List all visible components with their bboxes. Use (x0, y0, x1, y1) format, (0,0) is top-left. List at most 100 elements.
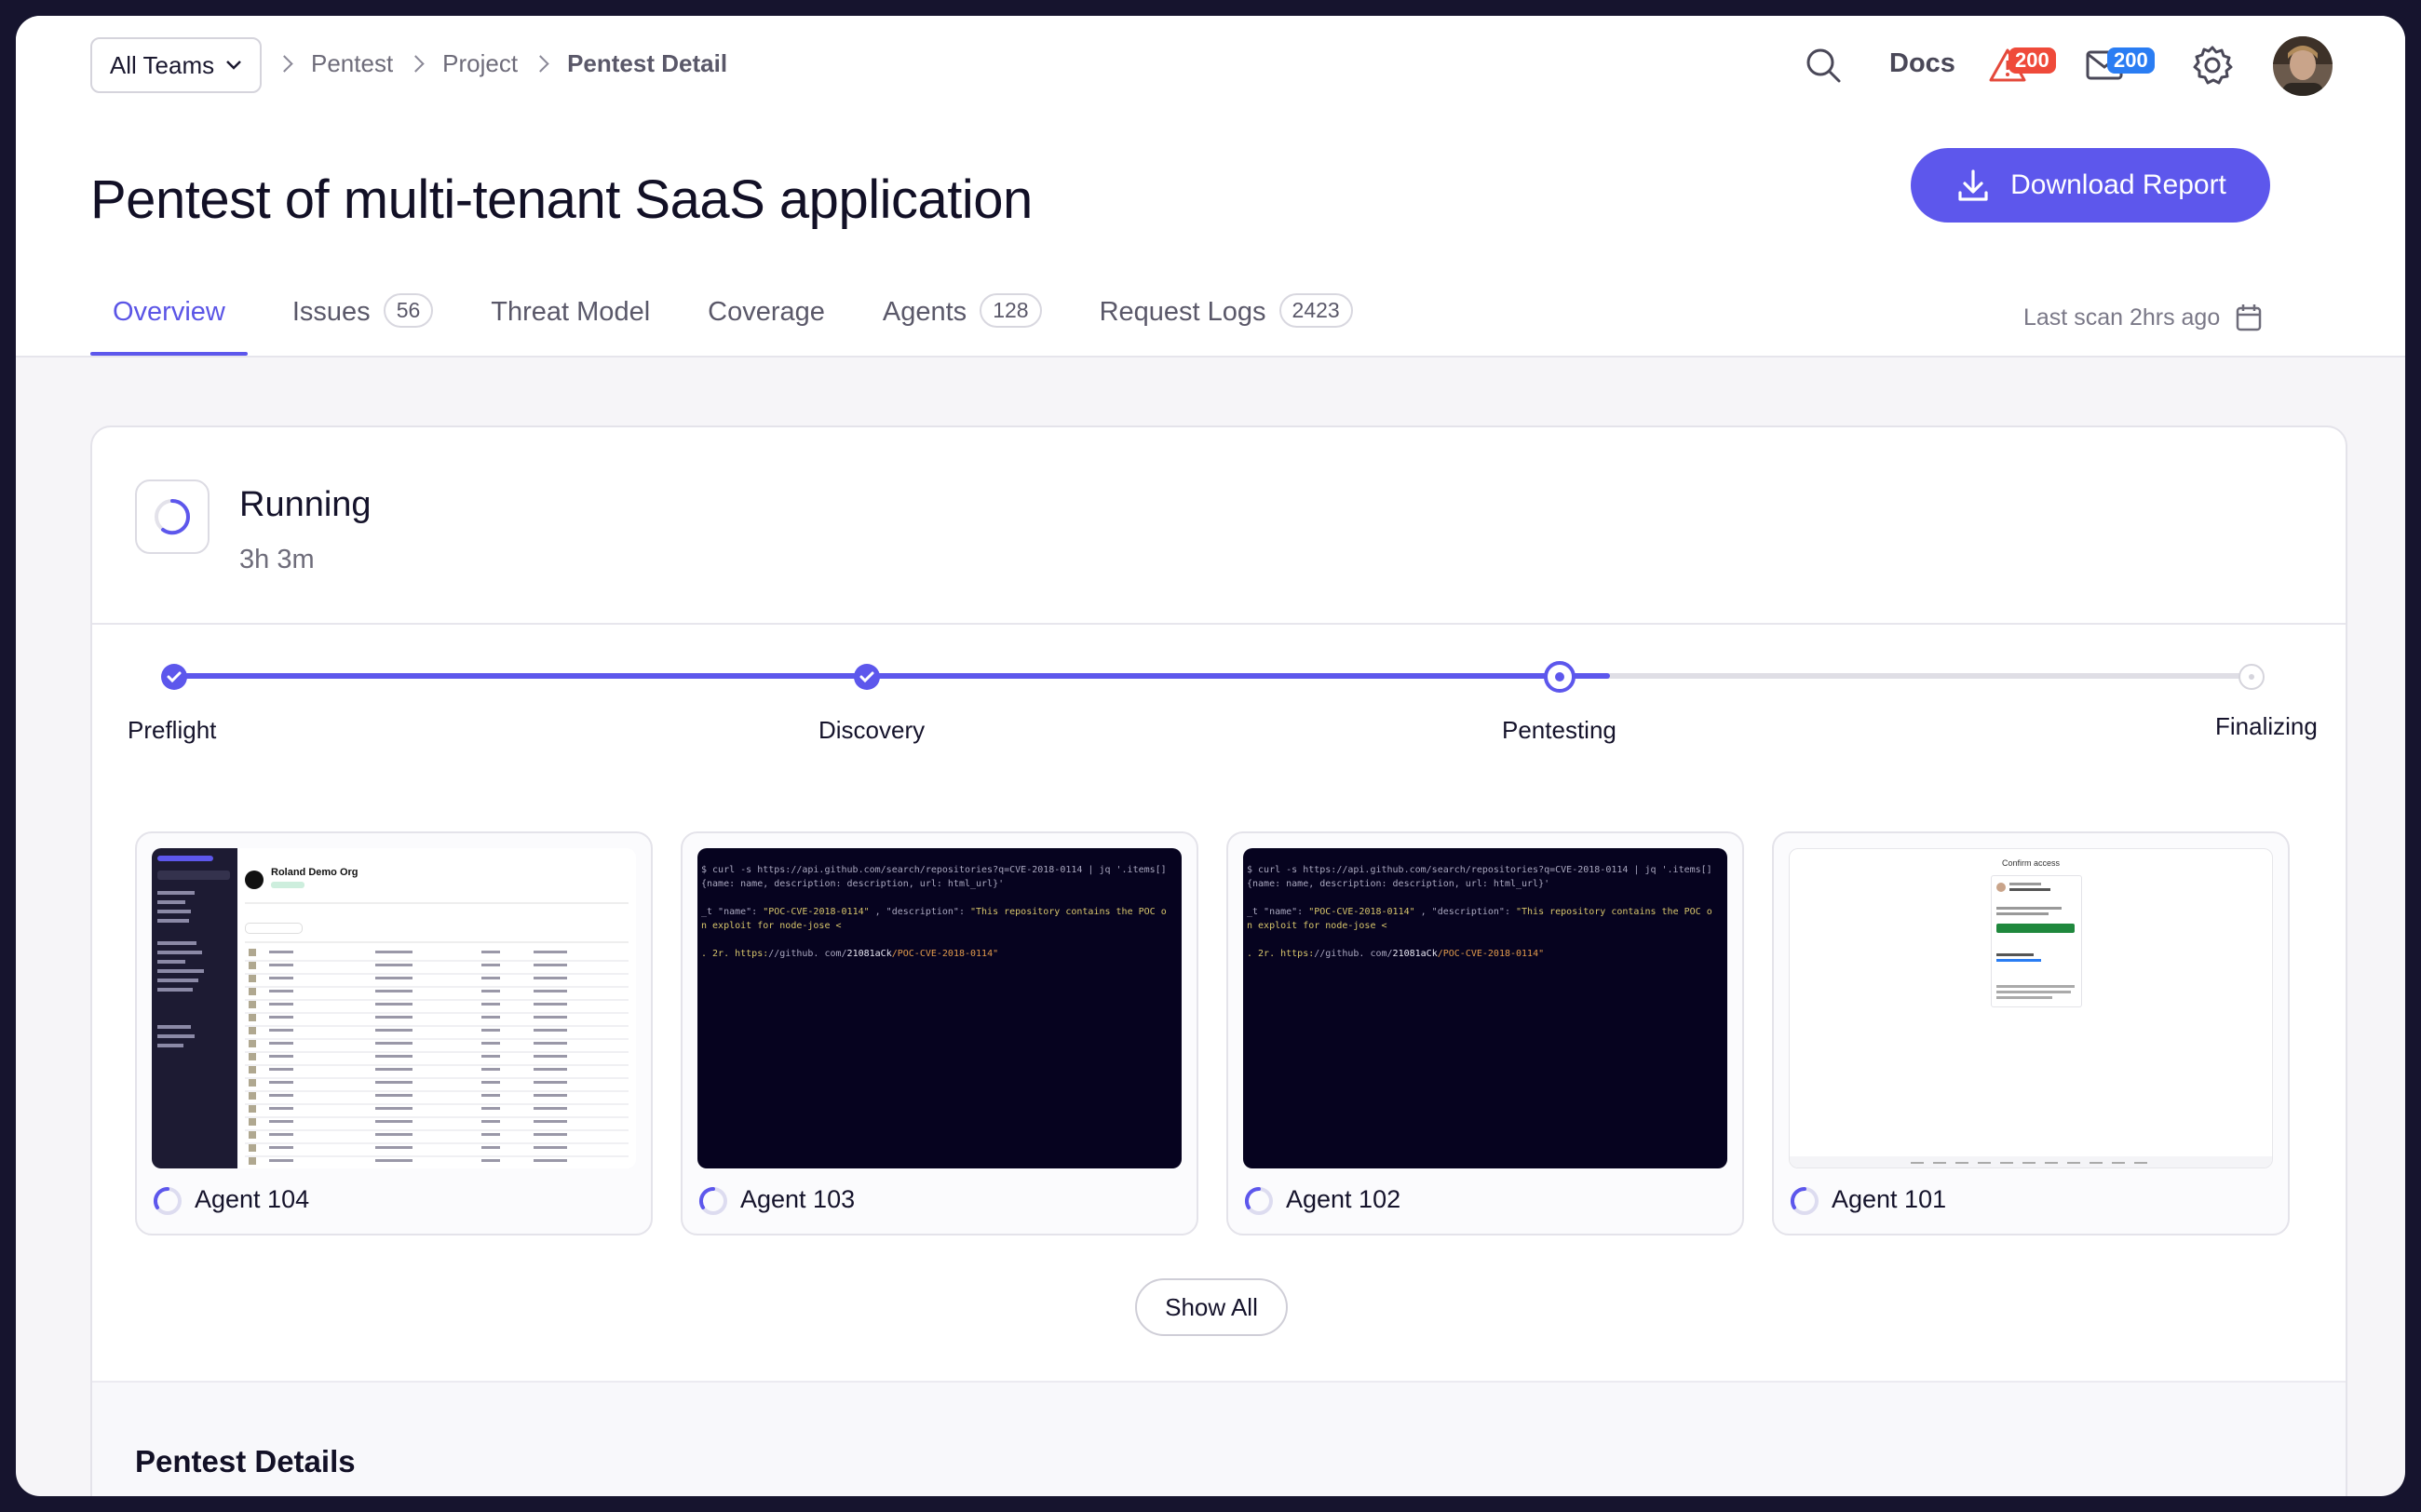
app-window: All Teams Pentest Project Pentest Detail… (16, 16, 2405, 1496)
terminal-line: $ curl -s https://api.github.com/search/… (701, 865, 1167, 875)
terminal-line: . 2r. https: (701, 949, 769, 959)
gear-icon[interactable] (2191, 44, 2234, 87)
step-finalizing-label: Finalizing (2215, 712, 2318, 740)
chevron-right-icon (407, 55, 425, 73)
download-report-button[interactable]: Download Report (1911, 148, 2270, 223)
messages-count-badge: 200 (2107, 47, 2155, 74)
terminal-line: $ curl -s https://api.github.com/search/… (1247, 865, 1712, 875)
terminal-line: "This repository contains the POC o (970, 907, 1167, 917)
team-select[interactable]: All Teams (90, 37, 262, 93)
agent-name: Agent 102 (1286, 1185, 1401, 1213)
tab-label: Request Logs (1099, 297, 1266, 327)
terminal-line: "This repository contains the POC o (1516, 907, 1712, 917)
terminal-line: //github. com/ (768, 949, 847, 959)
terminal-line: "POC-CVE-2018-0114" (763, 907, 870, 917)
step-pentesting-dot (1544, 661, 1576, 693)
check-icon (167, 671, 182, 683)
terminal-preview: $ curl -s https://api.github.com/search/… (697, 848, 1182, 1168)
terminal-line: 21081aCk (846, 949, 892, 959)
tab-count: 2423 (1278, 293, 1353, 328)
agent-card[interactable]: Confirm access Agent 101 (1772, 831, 2290, 1235)
terminal-line: {name: name, description: description, u… (1247, 879, 1550, 889)
last-scan-text: Last scan 2hrs ago (2023, 304, 2221, 331)
section-title: Pentest Details (135, 1444, 356, 1478)
terminal-line: {name: name, description: description, u… (701, 879, 1005, 889)
avatar[interactable] (2273, 36, 2333, 96)
terminal-line: /POC-CVE-2018-0114" (1437, 949, 1545, 959)
agent-card[interactable]: $ curl -s https://api.github.com/search/… (681, 831, 1198, 1235)
tab-count: 56 (383, 293, 434, 328)
pentest-details-section (92, 1381, 2346, 1496)
terminal-line: /POC-CVE-2018-0114" (891, 949, 999, 959)
tab-coverage[interactable]: Coverage (708, 297, 825, 355)
last-scan: Last scan 2hrs ago (2023, 303, 2263, 332)
agent-card[interactable]: $ curl -s https://api.github.com/search/… (1226, 831, 1744, 1235)
spinner-icon (698, 1186, 727, 1215)
agent-screenshot: Roland Demo Org (152, 848, 636, 1168)
calendar-icon[interactable] (2235, 303, 2263, 332)
tab-threat-model[interactable]: Threat Model (491, 297, 650, 355)
terminal-line: . 2r. https: (1247, 949, 1315, 959)
check-icon (859, 671, 874, 683)
terminal-line: _t "name": (701, 907, 764, 917)
agent-card[interactable]: Roland Demo Org Agent 104 (135, 831, 653, 1235)
terminal-line: 21081aCk (1392, 949, 1438, 959)
login-preview: Confirm access (1789, 848, 2273, 1168)
search-icon[interactable] (1804, 46, 1843, 85)
tab-label: Issues (291, 297, 371, 327)
spinner-icon (1244, 1186, 1273, 1215)
tab-request-logs[interactable]: Request Logs 2423 (1099, 293, 1353, 355)
tab-bar: Overview Issues 56 Threat Model Coverage … (90, 293, 1411, 356)
step-finalizing-dot (2238, 664, 2265, 690)
progress-fill (176, 673, 1610, 679)
show-all-button[interactable]: Show All (1135, 1278, 1288, 1336)
terminal-line: _t "name": (1247, 907, 1309, 917)
tab-label: Overview (113, 297, 225, 327)
download-icon (1958, 169, 1988, 201)
agent-name: Agent 101 (1832, 1185, 1947, 1213)
agent-name: Agent 103 (740, 1185, 856, 1213)
chevron-down-icon (226, 61, 241, 70)
step-discovery-label: Discovery (818, 716, 926, 744)
step-pentesting-label: Pentesting (1502, 716, 1616, 744)
step-discovery-dot (854, 664, 880, 690)
tab-label: Coverage (708, 297, 825, 327)
breadcrumb: Pentest Project Pentest Detail (276, 49, 728, 78)
breadcrumb-current: Pentest Detail (567, 49, 728, 77)
terminal-line: , "description": (869, 907, 970, 917)
spinner-icon (1790, 1186, 1819, 1215)
terminal-line: "POC-CVE-2018-0114" (1308, 907, 1415, 917)
page-title: Pentest of multi-tenant SaaS application (90, 169, 1033, 230)
elapsed-time: 3h 3m (239, 545, 315, 574)
tab-label: Threat Model (491, 297, 651, 327)
terminal-line: , "description": (1414, 907, 1516, 917)
download-report-label: Download Report (2010, 169, 2226, 200)
pentest-status-card: Running 3h 3m Preflight Discovery Pentes… (90, 425, 2347, 1496)
chevron-right-icon (532, 55, 549, 73)
alerts-count-badge: 200 (2008, 47, 2056, 74)
terminal-line: n exploit for node-jose < (701, 921, 842, 931)
preview-login-title: Confirm access (2001, 858, 2060, 868)
spinner-icon (155, 499, 191, 535)
tab-overview[interactable]: Overview (90, 297, 248, 356)
dashboard-preview: Roland Demo Org (152, 848, 636, 1168)
preview-org-title: Roland Demo Org (271, 867, 358, 878)
tab-count: 128 (980, 293, 1042, 328)
terminal-preview: $ curl -s https://api.github.com/search/… (1243, 848, 1727, 1168)
status-label: Running (239, 485, 372, 524)
terminal-line: n exploit for node-jose < (1247, 921, 1387, 931)
team-select-label: All Teams (109, 50, 215, 79)
divider (92, 623, 2346, 625)
spinner-icon (153, 1186, 182, 1215)
breadcrumb-project[interactable]: Project (442, 49, 518, 78)
preview-sidebar (152, 848, 237, 1168)
agent-name: Agent 104 (195, 1185, 310, 1213)
docs-link[interactable]: Docs (1889, 48, 1955, 79)
breadcrumb-pentest[interactable]: Pentest (311, 49, 393, 78)
step-preflight-label: Preflight (128, 716, 217, 744)
status-indicator (135, 479, 210, 554)
tab-issues[interactable]: Issues 56 (291, 293, 434, 355)
tab-label: Agents (882, 297, 967, 327)
tab-agents[interactable]: Agents 128 (882, 293, 1042, 355)
terminal-line: //github. com/ (1314, 949, 1393, 959)
